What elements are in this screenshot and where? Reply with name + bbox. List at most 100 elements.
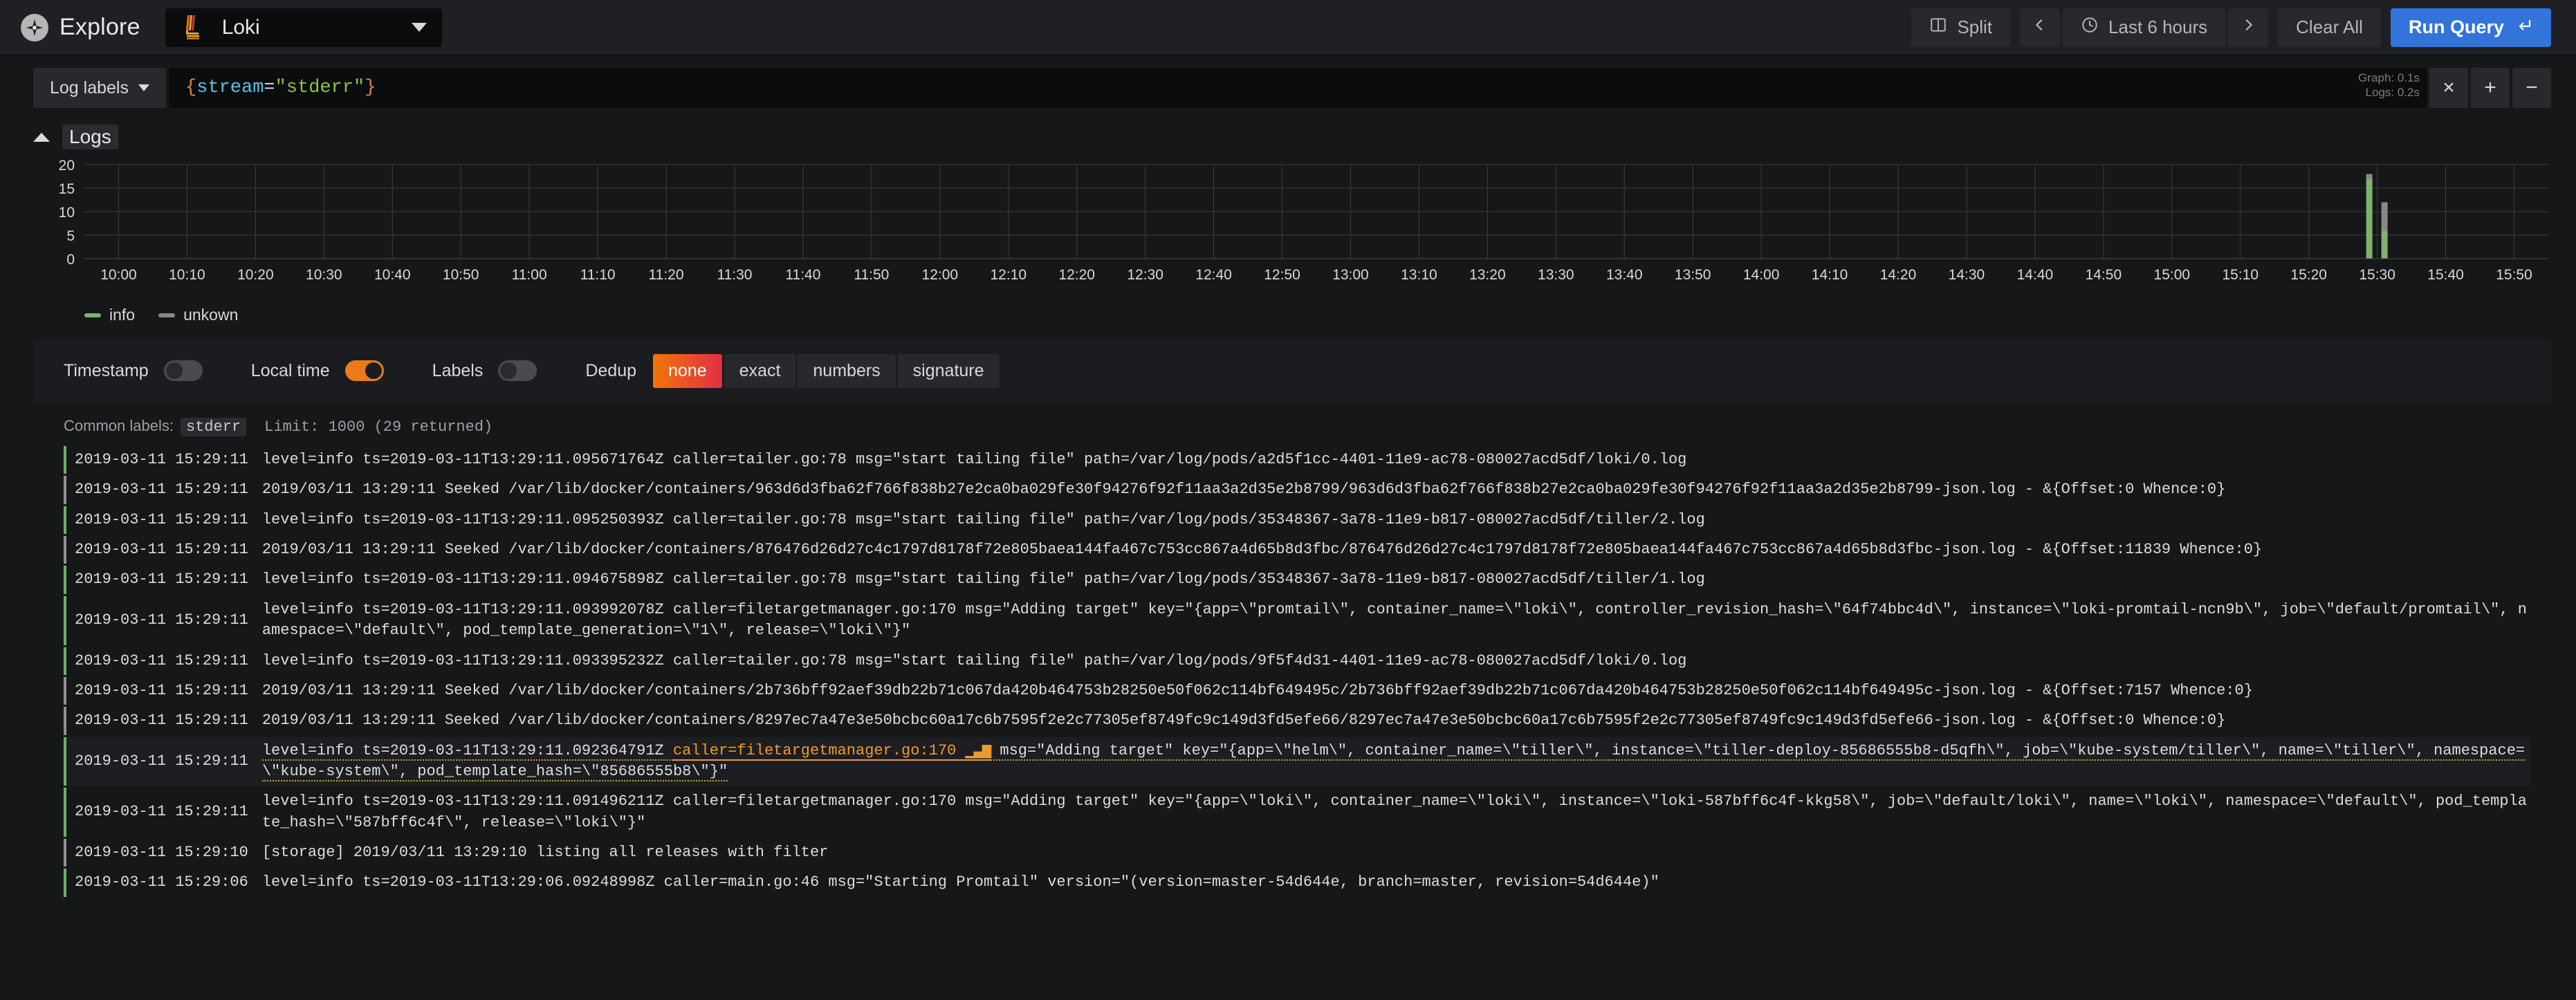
x-axis-tick-14:20: 14:20 <box>1880 267 1917 283</box>
x-axis-tick-10:50: 10:50 <box>443 267 479 283</box>
timestamp-toggle[interactable] <box>164 360 203 381</box>
clear-all-button[interactable]: Clear All <box>2278 8 2381 47</box>
run-query-button[interactable]: Run Query <box>2391 8 2551 47</box>
bar-15:30-unkown[interactable] <box>2382 202 2388 230</box>
x-axis-tick-10:10: 10:10 <box>169 267 205 283</box>
split-button[interactable]: Split <box>1911 8 2010 47</box>
legend-swatch-unkown <box>158 313 175 317</box>
log-row-timestamp: 2019-03-11 15:29:11 <box>75 710 248 731</box>
log-row[interactable]: 2019-03-11 15:29:11level=info ts=2019-03… <box>64 788 2530 837</box>
datasource-picker[interactable]: Loki <box>165 8 442 47</box>
bar-15:29-unkown[interactable] <box>2366 174 2373 179</box>
common-label-chip-stderr[interactable]: stderr <box>181 418 246 436</box>
log-row-message: 2019/03/11 13:29:11 Seeked /var/lib/dock… <box>262 680 2530 701</box>
legend-item-unkown[interactable]: unkown <box>158 306 238 324</box>
log-labels-button[interactable]: Log labels <box>33 68 166 108</box>
log-row[interactable]: 2019-03-11 15:29:11 2019/03/11 13:29:11 S… <box>64 677 2530 705</box>
y-axis-tick-0: 0 <box>66 252 75 268</box>
add-query-button[interactable]: + <box>2471 68 2510 108</box>
top-navbar: Explore Loki Split <box>0 0 2576 55</box>
y-axis-tick-15: 15 <box>59 181 75 197</box>
log-row[interactable]: 2019-03-11 15:29:11level=info ts=2019-03… <box>64 506 2530 534</box>
toggle-knob <box>500 362 517 379</box>
log-rows-list: 2019-03-11 15:29:11 level=info ts=2019-03… <box>33 446 2551 897</box>
log-row-timestamp: 2019-03-11 15:29:11 <box>75 510 248 530</box>
y-axis-tick-20: 20 <box>59 158 75 174</box>
x-axis-tick-13:20: 13:20 <box>1469 267 1506 283</box>
labels-toggle[interactable] <box>498 360 537 381</box>
graph-timing: Graph: 0.1s <box>2358 71 2420 85</box>
logs-panel: Logs 0510152010:0010:1010:2010:3010:4010… <box>33 124 2551 897</box>
query-row: Log labels {stream="stderr"} Graph: 0.1s… <box>0 55 2576 118</box>
dedup-option-none[interactable]: none <box>653 354 722 388</box>
query-brace-close: } <box>365 77 376 98</box>
logs-panel-header[interactable]: Logs <box>33 124 2551 149</box>
labels-label: Labels <box>432 361 484 381</box>
x-axis-tick-15:00: 15:00 <box>2154 267 2191 283</box>
log-row[interactable]: 2019-03-11 15:29:11level=info ts=2019-03… <box>64 737 2530 786</box>
remove-query-button[interactable]: − <box>2512 68 2551 108</box>
log-row-message: [storage] 2019/03/11 13:29:10 listing al… <box>262 842 2530 863</box>
bar-15:30-info[interactable] <box>2382 230 2388 259</box>
time-range-picker[interactable]: Last 6 hours <box>2063 8 2225 47</box>
timestamp-label: Timestamp <box>64 361 149 381</box>
dedup-option-signature[interactable]: signature <box>898 354 1000 388</box>
x-axis-tick-15:30: 15:30 <box>2359 267 2395 283</box>
log-row[interactable]: 2019-03-11 15:29:11 2019/03/11 13:29:11 S… <box>64 707 2530 734</box>
logs-graph[interactable]: 0510152010:0010:1010:2010:3010:4010:5011… <box>33 156 2551 295</box>
x-axis-tick-12:30: 12:30 <box>1127 267 1163 283</box>
x-axis-tick-10:30: 10:30 <box>306 267 342 283</box>
grafana-explore-compass-icon <box>21 14 48 41</box>
log-row[interactable]: 2019-03-11 15:29:112019/03/11 13:29:11 S… <box>64 536 2530 564</box>
log-row[interactable]: 2019-03-11 15:29:11level=info ts=2019-03… <box>64 566 2530 593</box>
log-row-message: level=info ts=2019-03-11T13:29:06.092489… <box>262 872 2530 893</box>
log-row[interactable]: 2019-03-11 15:29:06level=info ts=2019-03… <box>64 869 2530 896</box>
clear-query-button[interactable]: × <box>2429 68 2468 108</box>
log-row-message: level=info ts=2019-03-11T13:29:11.092364… <box>262 741 2530 783</box>
clear-all-label: Clear All <box>2296 17 2363 38</box>
x-axis-tick-11:20: 11:20 <box>649 267 684 283</box>
log-row[interactable]: 2019-03-11 15:29:112019/03/11 13:29:11 S… <box>64 476 2530 503</box>
bar-chart-icon[interactable]: ▁▃▆ <box>965 741 991 761</box>
clock-icon <box>2081 16 2099 39</box>
x-axis-tick-13:00: 13:00 <box>1332 267 1369 283</box>
logs-timing: Logs: 0.2s <box>2358 85 2420 100</box>
log-row[interactable]: 2019-03-11 15:29:11level=info ts=2019-03… <box>64 647 2530 675</box>
log-row[interactable]: 2019-03-11 15:29:11level=info ts=2019-03… <box>64 446 2530 474</box>
x-axis-tick-14:40: 14:40 <box>2017 267 2054 283</box>
bar-15:29-info[interactable] <box>2366 178 2373 259</box>
time-range-prev-button[interactable] <box>2020 8 2060 47</box>
query-input[interactable]: {stream="stderr"} Graph: 0.1s Logs: 0.2s <box>169 68 2427 108</box>
logs-controls-bar: Timestamp Local time Labels Dedup none e… <box>33 340 2551 402</box>
dedup-option-numbers[interactable]: numbers <box>798 354 895 388</box>
legend-item-info[interactable]: info <box>84 306 135 324</box>
query-brace-open: { <box>185 77 196 98</box>
log-row-timestamp: 2019-03-11 15:29:10 <box>75 842 248 863</box>
log-row-message: 2019/03/11 13:29:11 Seeked /var/lib/dock… <box>262 710 2530 731</box>
chevron-down-icon <box>138 84 149 91</box>
log-field-link-caller[interactable]: caller=filetargetmanager.go:170 ▁▃▆ <box>673 742 991 761</box>
dedup-control: Dedup none exact numbers signature <box>585 354 999 388</box>
x-axis-tick-11:50: 11:50 <box>854 267 889 283</box>
log-row-timestamp: 2019-03-11 15:29:11 <box>75 680 248 701</box>
log-row-message: level=info ts=2019-03-11T13:29:11.091496… <box>262 791 2530 833</box>
triangle-up-icon[interactable] <box>33 133 50 142</box>
split-button-label: Split <box>1957 17 1992 38</box>
query-timing-readout: Graph: 0.1s Logs: 0.2s <box>2358 71 2420 100</box>
common-labels-label: Common labels: <box>64 417 174 435</box>
log-row[interactable]: 2019-03-11 15:29:11level=info ts=2019-03… <box>64 596 2530 645</box>
limit-text: Limit: 1000 (29 returned) <box>264 418 493 436</box>
loki-icon <box>181 14 207 41</box>
time-range-next-button[interactable] <box>2228 8 2268 47</box>
x-axis-tick-13:40: 13:40 <box>1606 267 1643 283</box>
toggle-knob <box>365 362 382 379</box>
logs-graph-svg: 0510152010:0010:1010:2010:3010:4010:5011… <box>33 156 2551 295</box>
logs-meta-row: Common labels: stderr Limit: 1000 (29 re… <box>33 402 2551 446</box>
dedup-option-exact[interactable]: exact <box>724 354 796 388</box>
minus-icon: − <box>2526 76 2538 100</box>
query-label-value: "stderr" <box>275 77 365 98</box>
enter-key-icon <box>2515 17 2533 38</box>
local-time-toggle[interactable] <box>345 360 384 381</box>
log-row-message: 2019/03/11 13:29:11 Seeked /var/lib/dock… <box>262 479 2530 500</box>
log-row[interactable]: 2019-03-11 15:29:10 [storage] 2019/03/11 … <box>64 839 2530 867</box>
